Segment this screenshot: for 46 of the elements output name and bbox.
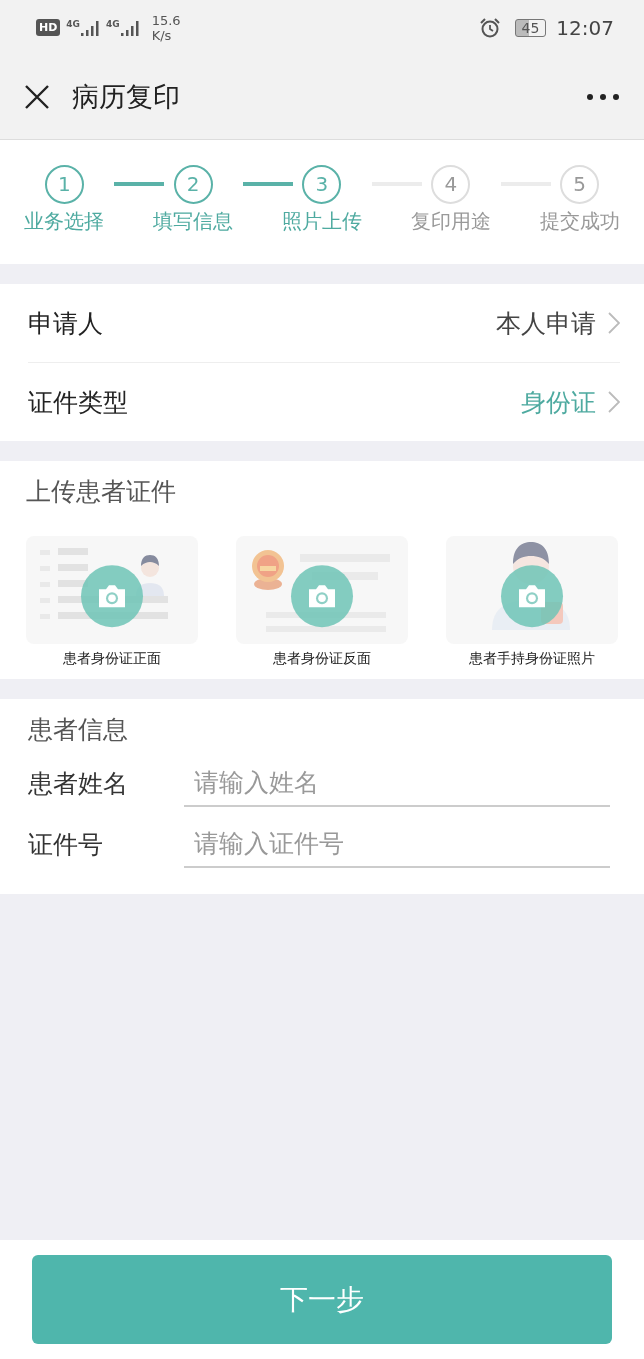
camera-icon: [96, 583, 128, 610]
section-title: 上传患者证件: [26, 476, 177, 508]
step-number: 3: [302, 164, 342, 204]
step-number: 4: [431, 164, 471, 204]
upload-caption: 患者身份证正面: [63, 650, 161, 668]
step-number: 5: [560, 164, 600, 204]
step-number: 1: [44, 164, 84, 204]
more-icon[interactable]: [586, 93, 620, 101]
speed-value: 15.6: [151, 12, 181, 28]
clock-time: 12:07: [556, 15, 614, 40]
form-row[interactable]: 申请人 本人申请: [28, 284, 620, 362]
input-field[interactable]: 请输入证件号: [184, 821, 610, 868]
chevron-right-icon: [608, 391, 620, 413]
camera-icon: [516, 583, 548, 610]
close-icon[interactable]: [24, 84, 50, 110]
upload-slot[interactable]: [446, 536, 618, 644]
section-title: 患者信息: [28, 714, 129, 746]
field-label: 证件号: [28, 829, 104, 861]
network-label: 4G: [66, 18, 80, 29]
step-label: 复印用途: [410, 208, 491, 235]
step-label: 填写信息: [153, 208, 234, 235]
signal-icon: [80, 18, 100, 37]
hd-badge: HD: [36, 19, 61, 36]
upload-slot[interactable]: [26, 536, 198, 644]
step-number: 2: [173, 164, 213, 204]
speed-unit: K/s: [151, 27, 173, 43]
step-label: 照片上传: [282, 208, 362, 235]
row-value: 本人申请: [496, 307, 596, 340]
upload-slot[interactable]: [236, 536, 408, 644]
input-field[interactable]: 请输入姓名: [184, 760, 610, 807]
network-label: 4G: [106, 18, 120, 29]
chevron-right-icon: [608, 312, 620, 334]
row-label: 申请人: [28, 307, 104, 340]
row-label: 证件类型: [28, 386, 129, 419]
step-label: 业务选择: [24, 208, 105, 235]
form-row[interactable]: 证件类型 身份证: [28, 362, 620, 441]
page-title: 病历复印: [72, 80, 181, 114]
upload-caption: 患者手持身份证照片: [469, 650, 595, 668]
step-label: 提交成功: [539, 208, 620, 235]
field-label: 患者姓名: [28, 768, 129, 800]
signal-icon: [119, 18, 140, 37]
battery-indicator: 45: [514, 18, 547, 37]
upload-caption: 患者身份证反面: [273, 650, 371, 668]
row-value: 身份证: [521, 386, 596, 419]
camera-icon: [306, 583, 338, 610]
alarm-icon: [478, 16, 501, 39]
